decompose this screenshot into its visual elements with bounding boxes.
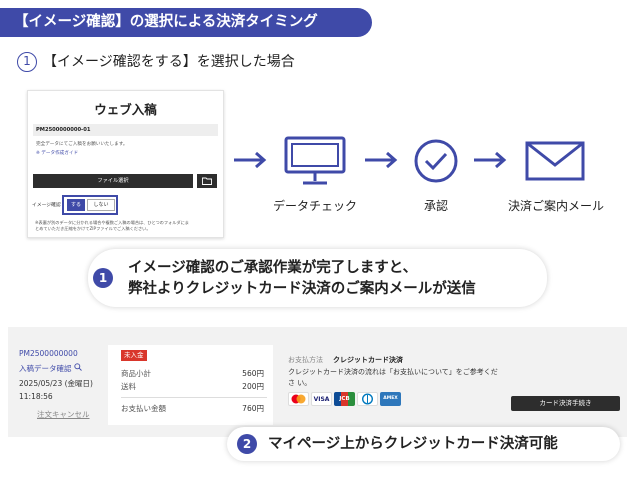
section-banner: 【イメージ確認】の選択による決済タイミング xyxy=(0,8,372,37)
card-payment-button[interactable]: カード決済手続き xyxy=(511,396,620,411)
monitor-icon xyxy=(284,136,346,185)
callout-badge-2: 2 xyxy=(237,434,257,454)
file-select-button[interactable]: ファイル選択 xyxy=(33,174,193,188)
arrow-right-icon xyxy=(474,151,507,169)
subtotal-value: 560円 xyxy=(242,369,264,378)
jcb-logo: JCB xyxy=(334,392,355,406)
mypage-order-number[interactable]: PM2500000000 xyxy=(19,349,78,358)
visa-logo: VISA xyxy=(311,392,332,406)
upload-footer-note: ※表裏が別のデータに分かれる場合や複数ご入稿の場合は、ひとつのフォルダにま とめ… xyxy=(35,220,189,232)
flow-label-payment-mail: 決済ご案内メール xyxy=(507,199,604,213)
summary-divider xyxy=(121,397,267,398)
upload-panel-title: ウェブ入稿 xyxy=(94,102,157,117)
flow-label-data-check: データチェック xyxy=(272,199,357,213)
total-value: 760円 xyxy=(242,404,264,413)
order-date: 2025/05/23 (金曜日) xyxy=(19,379,93,388)
zoom-icon xyxy=(74,363,82,371)
shipping-label: 送料 xyxy=(121,382,136,391)
upload-note: 完全データにてご入稿をお願いいたします。 xyxy=(36,142,128,147)
subtotal-label: 商品小計 xyxy=(121,369,151,378)
callout-1-line-1: イメージ確認のご承認作業が完了しますと、 xyxy=(128,260,418,276)
upload-order-number: PM2500000000-01 xyxy=(33,124,218,136)
web-upload-panel: ウェブ入稿 PM2500000000-01 完全データにてご入稿をお願いいたしま… xyxy=(27,90,224,238)
upload-data-check-link[interactable]: 入稿データ確認 xyxy=(19,363,82,374)
order-time: 11:18:56 xyxy=(19,392,53,401)
order-cancel-link[interactable]: 注文キャンセル xyxy=(37,409,90,420)
payment-description: クレジットカード決済の流れは「お支払いについて」をご参考くださ い。 xyxy=(288,368,498,387)
folder-icon[interactable] xyxy=(197,174,217,188)
total-label: お支払い金額 xyxy=(121,404,166,413)
diners-logo xyxy=(357,392,378,406)
arrow-right-icon xyxy=(365,151,398,169)
amex-logo: AMEX xyxy=(380,392,401,406)
image-confirm-label: イメージ確認 xyxy=(32,203,61,208)
callout-1-line-2: 弊社よりクレジットカード決済のご案内メールが送信 xyxy=(128,281,476,297)
upload-footer-line: とめていただき圧縮をかけてZIPファイルでご入稿ください。 xyxy=(35,226,151,231)
check-circle-icon xyxy=(414,139,458,183)
flow-label-approval: 承認 xyxy=(423,199,448,213)
payment-method-label: お支払方法 xyxy=(288,356,323,364)
toggle-option-yes[interactable]: する xyxy=(67,199,85,211)
mail-icon xyxy=(525,141,585,181)
status-badge: 未入金 xyxy=(121,350,147,361)
shipping-value: 200円 xyxy=(242,382,264,391)
data-guide-link[interactable]: ※ データ作成ガイド xyxy=(36,150,78,156)
mastercard-logo xyxy=(288,392,309,406)
callout-2-text: マイページ上からクレジットカード決済可能 xyxy=(268,436,558,452)
step-number-circle: 1 xyxy=(17,52,37,72)
arrow-right-icon xyxy=(234,151,267,169)
payment-method-value: クレジットカード決済 xyxy=(333,356,403,364)
step-title: 【イメージ確認をする】を選択した場合 xyxy=(43,54,295,70)
callout-badge-1: 1 xyxy=(93,268,113,288)
toggle-option-no[interactable]: しない xyxy=(87,199,115,211)
upload-data-check-label: 入稿データ確認 xyxy=(19,364,72,373)
